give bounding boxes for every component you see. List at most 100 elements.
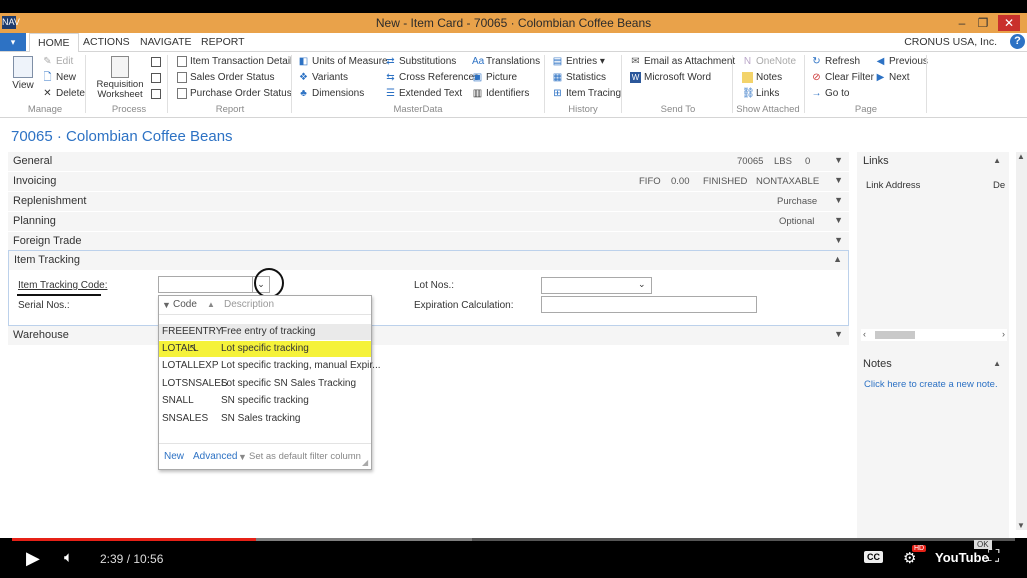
chevron-down-icon[interactable]: ▼ [834, 215, 843, 225]
view-icon [13, 56, 33, 78]
statistics-button[interactable]: ▦ Statistics [552, 72, 606, 83]
process-small-icon-1[interactable] [151, 57, 161, 67]
onenote-button[interactable]: N OneNote [742, 56, 796, 67]
resize-grip-icon[interactable]: ◢ [362, 458, 368, 467]
translations-button[interactable]: Aa Translations [472, 56, 540, 67]
column-header-code[interactable]: Code [173, 299, 197, 310]
create-note-link[interactable]: Click here to create a new note. [864, 379, 998, 390]
fasttab-invoicing[interactable]: Invoicing FIFO 0.00 FINISHED NONTAXABLE … [8, 172, 849, 192]
tab-report[interactable]: REPORT [201, 36, 245, 48]
tab-home[interactable]: HOME [29, 33, 79, 53]
item-transaction-detail-button[interactable]: Item Transaction Detail [177, 56, 292, 67]
ok-button[interactable]: OK [974, 540, 992, 549]
requisition-worksheet-button[interactable]: Requisition Worksheet [96, 56, 144, 100]
chevron-down-icon[interactable]: ▼ [834, 235, 843, 245]
microsoft-word-button[interactable]: W Microsoft Word [630, 72, 711, 83]
scroll-down-icon[interactable]: ▼ [1017, 521, 1025, 530]
new-button[interactable]: 🗋 New [42, 72, 76, 83]
units-of-measure-button[interactable]: ◧ Units of Measure [298, 56, 388, 67]
new-document-icon: 🗋 [43, 72, 52, 83]
scroll-up-icon[interactable]: ▲ [1017, 152, 1025, 161]
cross-reference-icon: ⇆ [386, 72, 395, 83]
captions-icon[interactable]: CC [864, 551, 883, 563]
mute-icon[interactable]: 🔈︎ [64, 549, 73, 566]
vertical-scrollbar[interactable]: ▲ ▼ [1016, 152, 1027, 530]
horizontal-scrollbar[interactable]: ‹ › [861, 329, 1007, 341]
scroll-right-icon[interactable]: › [1002, 329, 1005, 339]
lookup-row[interactable]: SNSALES SN Sales tracking [159, 411, 371, 427]
purchase-order-status-button[interactable]: Purchase Order Status [177, 88, 292, 99]
links-button[interactable]: ⛓ Links [742, 88, 779, 99]
tab-navigate[interactable]: NAVIGATE [140, 36, 192, 48]
chevron-down-icon[interactable]: ▼ [834, 329, 843, 339]
email-attachment-button[interactable]: ✉ Email as Attachment [630, 56, 735, 67]
expiration-calculation-input[interactable] [541, 296, 757, 313]
fullscreen-icon[interactable]: ⛶ [988, 548, 999, 566]
scroll-left-icon[interactable]: ‹ [863, 329, 866, 339]
help-icon[interactable]: ? [1010, 34, 1025, 49]
play-icon[interactable]: ▶ [26, 548, 40, 569]
view-button[interactable]: View [10, 56, 36, 91]
delete-button[interactable]: ✕ Delete [42, 88, 85, 99]
extended-text-button[interactable]: ☰ Extended Text [385, 88, 462, 99]
dimensions-button[interactable]: ♣ Dimensions [298, 88, 364, 99]
video-player-controls: ▶ 🔈︎ 2:39 / 10:56 CC ⚙ HD YouTube ⛶ OK [0, 538, 1027, 578]
notes-button[interactable]: Notes [742, 72, 782, 83]
fasttab-planning[interactable]: Planning Optional ▼ [8, 212, 849, 232]
lookup-row[interactable]: FREEENTRY Free entry of tracking [159, 324, 371, 340]
lookup-advanced-link[interactable]: Advanced [193, 451, 237, 462]
lookup-row[interactable]: LOTALLEXP Lot specific tracking, manual E… [159, 358, 381, 374]
fasttab-item-tracking-header[interactable]: Item Tracking ▲ [9, 251, 848, 270]
chevron-up-icon[interactable]: ▲ [993, 359, 1001, 368]
tracing-icon: ⊞ [553, 88, 562, 99]
lookup-new-link[interactable]: New [164, 451, 184, 462]
app-menu-button[interactable]: ▾ [0, 33, 26, 51]
set-default-filter-link[interactable]: Set as default filter column [249, 451, 361, 462]
ribbon-tabs: ▾ HOME ACTIONS NAVIGATE REPORT CRONUS US… [0, 33, 1027, 53]
video-progress-track[interactable] [12, 538, 1015, 541]
item-tracking-code-lookup: ▼ Code ▲ Description FREEENTRY Free entry… [158, 295, 381, 470]
fasttab-general[interactable]: General 70065 LBS 0 ▼ [8, 152, 849, 172]
fasttab-foreign-trade[interactable]: Foreign Trade ▼ [8, 232, 849, 252]
chevron-down-icon[interactable]: ▼ [834, 155, 843, 165]
company-name[interactable]: CRONUS USA, Inc. [904, 36, 997, 48]
process-small-icon-2[interactable] [151, 73, 161, 83]
column-header-description[interactable]: Description [224, 299, 274, 310]
fasttab-replenishment[interactable]: Replenishment Purchase ▼ [8, 192, 849, 212]
lookup-row[interactable]: LOTSNSALES Lot specific SN Sales Tracking [159, 376, 371, 392]
item-tracing-button[interactable]: ⊞ Item Tracing [552, 88, 621, 99]
chevron-down-icon[interactable]: ▼ [834, 175, 843, 185]
report-icon [177, 72, 187, 83]
minimize-button[interactable]: – [953, 15, 971, 31]
scrollbar-thumb[interactable] [875, 331, 915, 339]
filter-icon[interactable]: ▼ [162, 300, 171, 310]
clear-filter-button[interactable]: ⊘ Clear Filter [811, 72, 874, 83]
lookup-row[interactable]: SNALL SN specific tracking [159, 393, 371, 409]
refresh-button[interactable]: ↻ Refresh [811, 56, 860, 67]
identifiers-button[interactable]: ▥ Identifiers [472, 88, 530, 99]
lot-nos-input[interactable] [541, 277, 652, 294]
youtube-logo[interactable]: YouTube [935, 550, 989, 565]
fasttab-warehouse[interactable]: Warehouse ▼ [8, 326, 849, 346]
variants-button[interactable]: ❖ Variants [298, 72, 348, 83]
previous-button[interactable]: ◀ Previous [875, 56, 928, 67]
cross-references-button[interactable]: ⇆ Cross References [385, 72, 479, 83]
go-to-button[interactable]: → Go to [811, 88, 850, 99]
substitutions-button[interactable]: ⇄ Substitutions [385, 56, 456, 67]
chevron-up-icon[interactable]: ▲ [833, 254, 842, 264]
chevron-up-icon[interactable]: ▲ [993, 156, 1001, 165]
next-button[interactable]: ▶ Next [875, 72, 910, 83]
edit-button[interactable]: ✎ Edit [42, 56, 73, 67]
hd-badge: HD [912, 545, 927, 552]
chevron-down-icon[interactable]: ⌄ [638, 279, 646, 290]
chevron-down-icon[interactable]: ▼ [834, 195, 843, 205]
tab-actions[interactable]: ACTIONS [83, 36, 130, 48]
lookup-row-selected[interactable]: LOTALL Lot specific tracking ↖ [159, 341, 371, 357]
process-small-icon-3[interactable] [151, 89, 161, 99]
item-tracking-code-input[interactable] [158, 276, 254, 293]
restore-button[interactable]: ❐ [974, 15, 992, 31]
close-button[interactable]: ✕ [998, 15, 1020, 31]
picture-button[interactable]: ▣ Picture [472, 72, 517, 83]
entries-button[interactable]: ▤ Entries ▾ [552, 56, 605, 67]
sales-order-status-button[interactable]: Sales Order Status [177, 72, 274, 83]
